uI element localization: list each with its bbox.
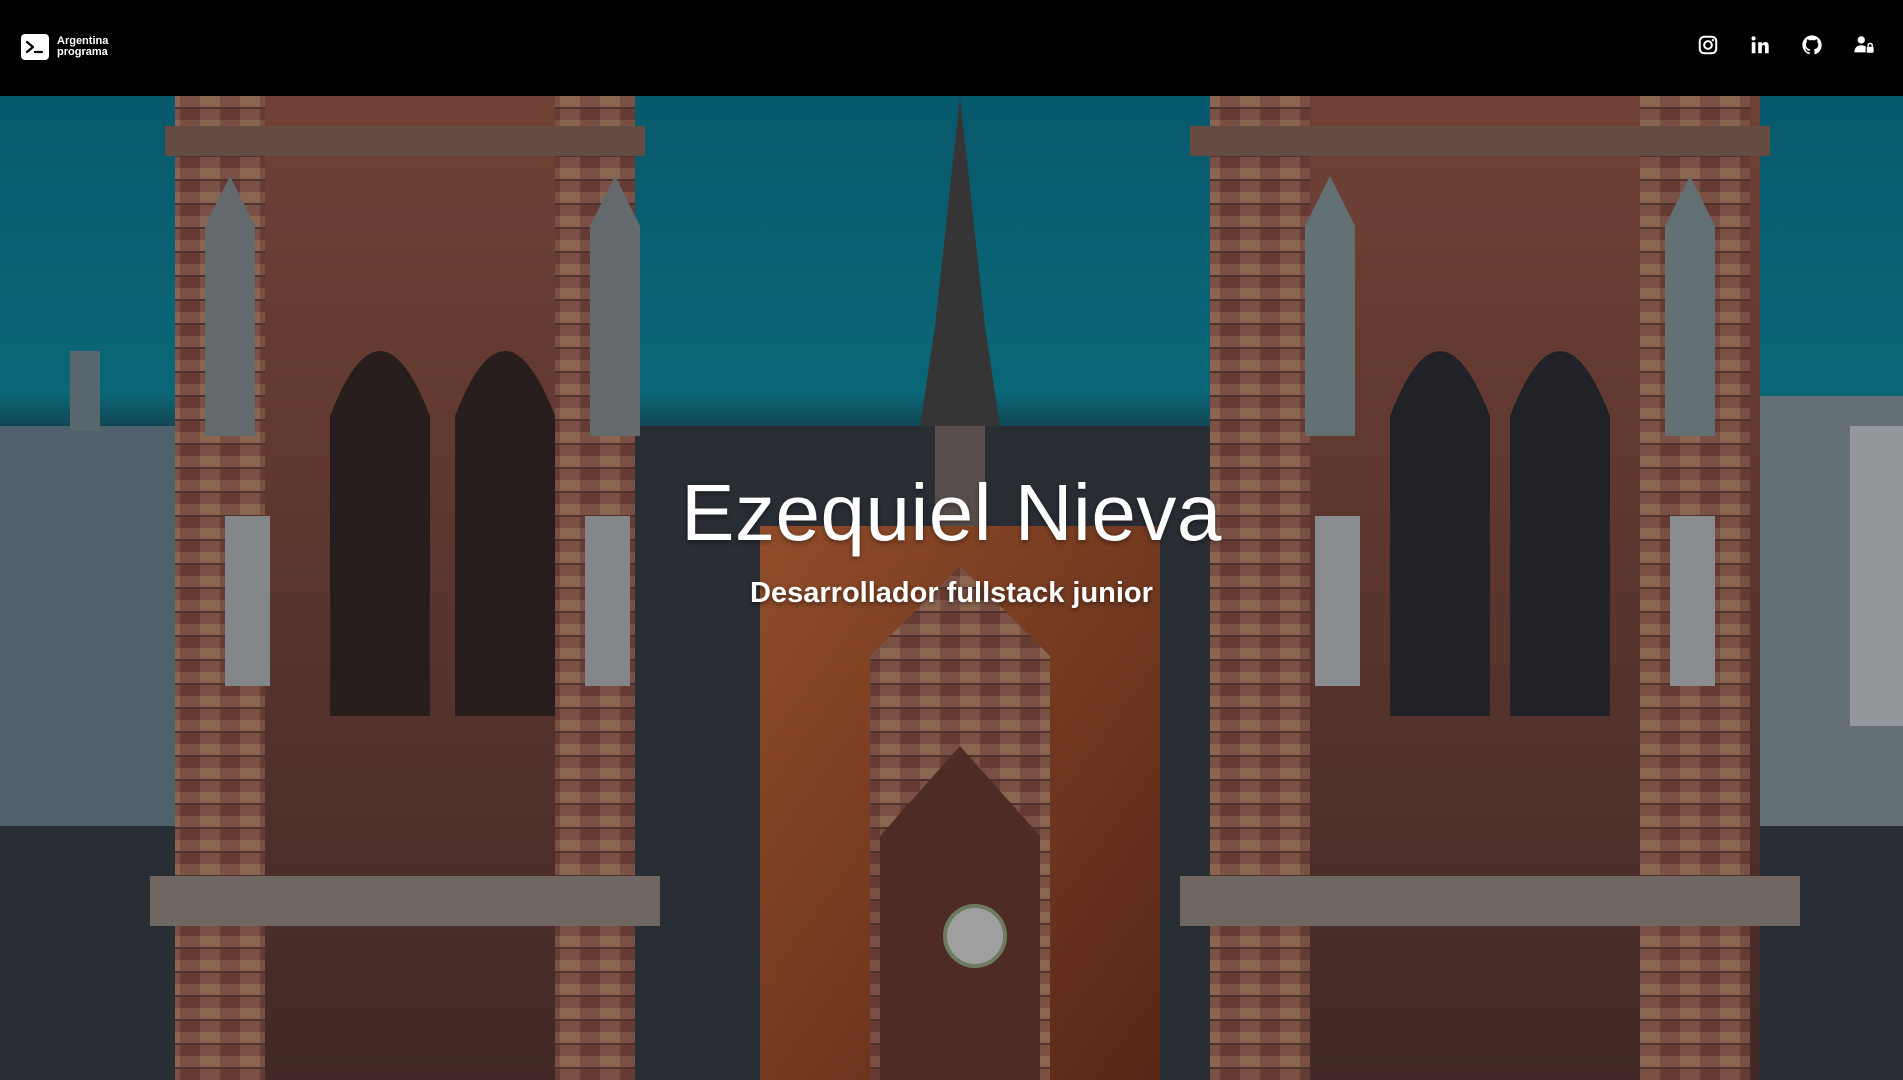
hero-title: Ezequiel Nieva: [681, 468, 1222, 557]
instagram-link[interactable]: [1697, 34, 1719, 56]
user-lock-icon: [1854, 36, 1874, 53]
linkedin-link[interactable]: [1749, 34, 1771, 56]
instagram-icon: [1698, 35, 1718, 55]
github-icon: [1802, 35, 1822, 55]
hero-section: Ezequiel Nieva Desarrollador fullstack j…: [0, 96, 1903, 1080]
hero-subtitle: Desarrollador fullstack junior: [750, 577, 1153, 609]
navbar: Argentina programa: [0, 0, 1903, 96]
linkedin-icon: [1751, 36, 1769, 54]
login-link[interactable]: [1853, 34, 1875, 56]
github-link[interactable]: [1801, 34, 1823, 56]
brand-line-2: programa: [57, 46, 108, 58]
terminal-prompt-icon: [21, 34, 49, 60]
social-links: [1697, 34, 1875, 56]
brand-logo-link[interactable]: Argentina programa: [21, 34, 117, 60]
hero-text: Ezequiel Nieva Desarrollador fullstack j…: [0, 465, 1903, 611]
brand-text: Argentina programa: [57, 36, 117, 58]
